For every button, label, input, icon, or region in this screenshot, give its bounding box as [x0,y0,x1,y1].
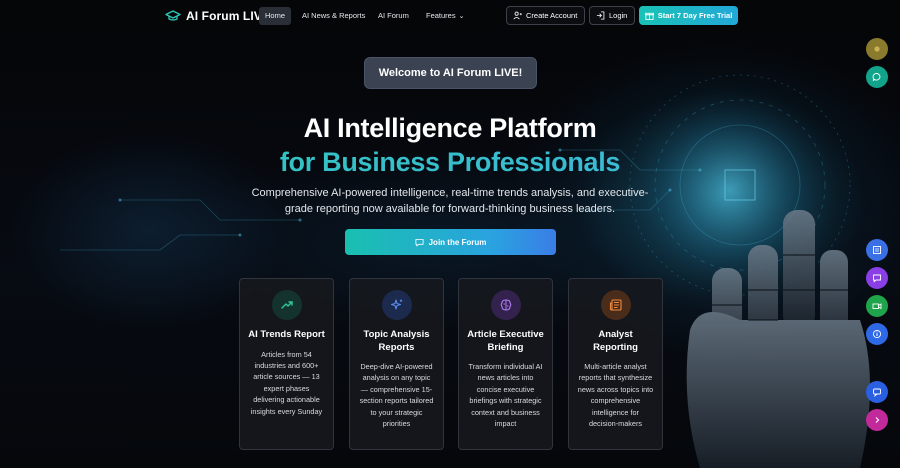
hero-subtitle: Comprehensive AI-powered intelligence, r… [251,187,649,215]
newspaper-icon [600,290,631,320]
brand-logo-link[interactable]: AI Forum LIVE [165,8,270,24]
card-title: Topic Analysis Reports [363,329,430,353]
join-forum-button[interactable]: Join the Forum [345,229,556,255]
chat-button[interactable] [866,66,888,88]
trending-up-icon [271,290,302,320]
chat-bubble-icon [415,238,424,246]
card-description: Deep-dive AI-powered analysis on any top… [359,362,434,429]
start-free-trial-label: Start 7 Day Free Trial [657,11,733,20]
feature-card-analyst-reporting[interactable]: Analyst Reporting Multi-article analyst … [568,278,663,450]
top-navbar: AI Forum LIVE Home AI News & Reports AI … [0,0,900,32]
chat-icon [872,73,881,82]
gift-icon [644,12,654,20]
feature-card-executive-briefing[interactable]: Article Executive Briefing Transform ind… [458,278,553,450]
info-icon [872,329,882,339]
user-avatar-icon [874,46,880,52]
feedback-button[interactable] [866,381,888,403]
feature-card-ai-trends[interactable]: AI Trends Report Articles from 54 indust… [239,278,334,450]
reports-button[interactable] [866,239,888,261]
sparkles-icon [381,290,412,320]
brain-icon [490,290,521,320]
message-button[interactable] [866,267,888,289]
avatar-button[interactable] [866,38,888,60]
nav-ai-forum[interactable]: AI Forum [372,7,415,25]
hero-title-line2: for Business Professionals [0,147,900,178]
brand-name: AI Forum LIVE [186,9,270,23]
nav-features[interactable]: Features ⌄ [420,7,470,25]
welcome-badge: Welcome to AI Forum LIVE! [364,57,537,89]
start-free-trial-button[interactable]: Start 7 Day Free Trial [639,6,738,25]
nav-ai-news-reports[interactable]: AI News & Reports [296,7,371,25]
card-title: Article Executive Briefing [467,329,544,353]
card-title: AI Trends Report [248,329,325,340]
login-label: Login [609,11,628,20]
chevron-down-icon: ⌄ [458,13,465,20]
login-button[interactable]: Login [589,6,636,25]
login-icon [596,11,605,20]
nav-home[interactable]: Home [259,7,292,25]
card-description: Transform individual AI news articles in… [468,362,543,429]
chevron-right-icon [875,417,880,423]
card-description: Articles from 54 industries and 600+ art… [250,349,323,416]
comment-icon [873,388,881,397]
card-description: Multi-article analyst reports that synth… [577,362,654,429]
nav-features-label: Features [426,11,456,20]
info-button[interactable] [866,323,888,345]
hero-title-line1: AI Intelligence Platform [303,113,597,143]
reports-icon [873,246,881,254]
expand-button[interactable] [866,409,888,431]
video-button[interactable] [866,295,888,317]
create-account-button[interactable]: Create Account [506,6,586,25]
create-account-label: Create Account [526,11,578,20]
graduation-cap-icon [165,10,181,21]
feature-card-topic-analysis[interactable]: Topic Analysis Reports Deep-dive AI-powe… [349,278,444,450]
user-plus-icon [513,11,522,20]
message-icon [873,274,881,283]
video-camera-icon [872,303,882,310]
card-title: Analyst Reporting [593,329,638,353]
join-forum-label: Join the Forum [428,237,487,247]
